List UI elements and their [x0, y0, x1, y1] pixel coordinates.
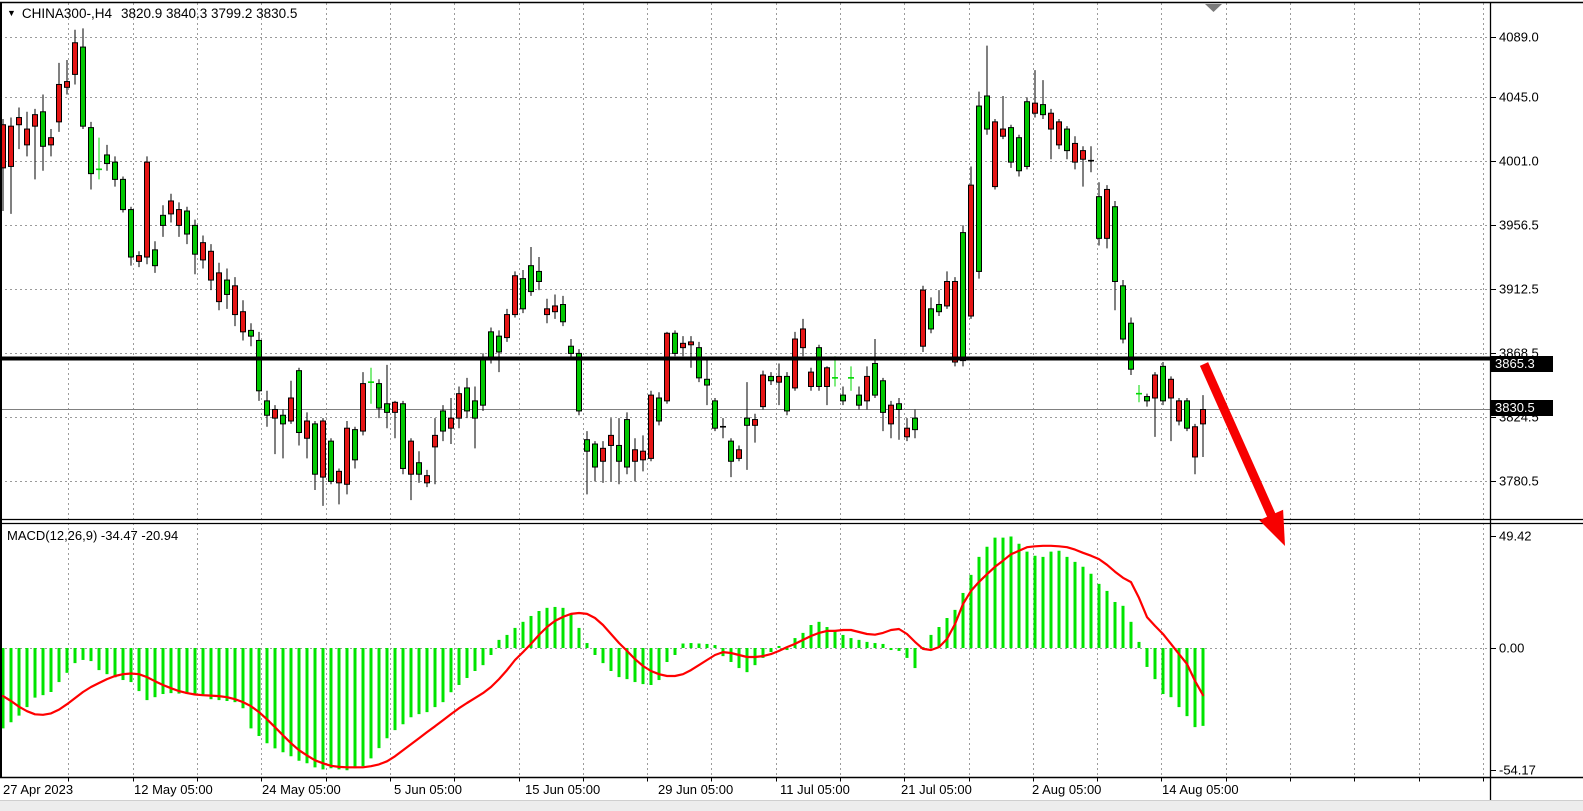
ohlc-values-label: 3820.9 3840.3 3799.2 3830.5: [121, 6, 297, 21]
svg-text:3912.5: 3912.5: [1499, 282, 1539, 297]
svg-text:24 May 05:00: 24 May 05:00: [262, 782, 341, 797]
chart-canvas[interactable]: 4089.04045.04001.03956.53912.53868.53824…: [0, 0, 1583, 811]
svg-text:4089.0: 4089.0: [1499, 30, 1539, 45]
svg-text:49.42: 49.42: [1499, 529, 1532, 544]
svg-text:4045.0: 4045.0: [1499, 90, 1539, 105]
svg-text:12 May 05:00: 12 May 05:00: [134, 782, 213, 797]
svg-text:-54.17: -54.17: [1499, 763, 1536, 778]
chart-window: 4089.04045.04001.03956.53912.53868.53824…: [0, 0, 1583, 811]
svg-text:5 Jun 05:00: 5 Jun 05:00: [394, 782, 462, 797]
bid-price-badge: 3830.5: [1491, 400, 1553, 416]
macd-indicator-label: MACD(12,26,9) -34.47 -20.94: [7, 528, 178, 543]
symbol-title-bar: ▼ CHINA300-,H4 3820.9 3840.3 3799.2 3830.5: [7, 6, 297, 21]
svg-text:29 Jun 05:00: 29 Jun 05:00: [658, 782, 733, 797]
svg-text:14 Aug 05:00: 14 Aug 05:00: [1162, 782, 1239, 797]
svg-text:3956.5: 3956.5: [1499, 218, 1539, 233]
svg-text:27 Apr 2023: 27 Apr 2023: [3, 782, 73, 797]
window-bottom-strip: [0, 801, 1583, 811]
collapse-triangle-icon[interactable]: ▼: [7, 8, 16, 18]
svg-text:4001.0: 4001.0: [1499, 154, 1539, 169]
svg-text:2 Aug 05:00: 2 Aug 05:00: [1032, 782, 1101, 797]
svg-text:3780.5: 3780.5: [1499, 474, 1539, 489]
symbol-period-label: CHINA300-,H4: [22, 6, 112, 21]
svg-text:15 Jun 05:00: 15 Jun 05:00: [525, 782, 600, 797]
chart-background: [0, 0, 1583, 811]
svg-text:21 Jul 05:00: 21 Jul 05:00: [901, 782, 972, 797]
resistance-price-badge: 3865.3: [1491, 356, 1553, 372]
svg-text:11 Jul 05:00: 11 Jul 05:00: [780, 782, 850, 797]
svg-text:0.00: 0.00: [1499, 641, 1524, 656]
